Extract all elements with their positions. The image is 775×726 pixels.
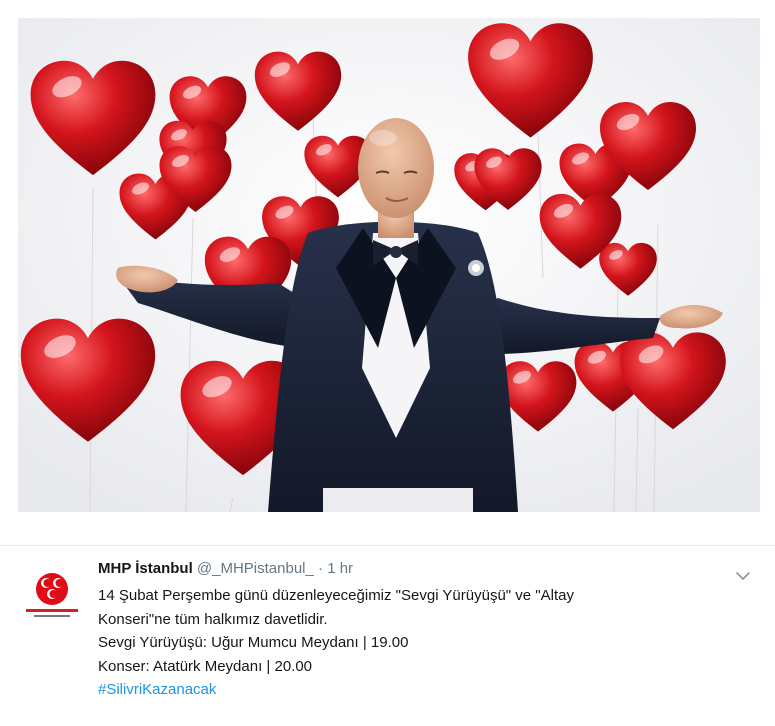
tweet-text: 14 Şubat Perşembe günü düzenleyeceğimiz … xyxy=(98,584,718,702)
tweet-text-line: 14 Şubat Perşembe günü düzenleyeceğimiz … xyxy=(98,587,574,604)
user-handle[interactable]: @_MHPistanbul_ xyxy=(197,560,314,577)
timestamp[interactable]: 1 hr xyxy=(327,560,353,577)
tweet-photo[interactable] xyxy=(18,18,760,512)
tweet-text-line: Sevgi Yürüyüşü: Uğur Mumcu Meydanı | 19.… xyxy=(98,634,409,651)
tweet-header: MHP İstanbul @_MHPistanbul_ · 1 hr xyxy=(98,559,718,579)
tweet-text-line: Konseri"ne tüm halkımız davetlidir. xyxy=(98,610,328,628)
avatar[interactable] xyxy=(20,564,84,628)
display-name[interactable]: MHP İstanbul xyxy=(98,560,193,577)
chevron-down-icon[interactable] xyxy=(733,566,753,586)
tweet-card: MHP İstanbul @_MHPistanbul_ · 1 hr 14 Şu… xyxy=(0,0,775,726)
tweet-body: MHP İstanbul @_MHPistanbul_ · 1 hr 14 Şu… xyxy=(98,559,718,702)
tweet-text-line: Konser: Atatürk Meydanı | 20.00 xyxy=(98,657,313,675)
tweet: MHP İstanbul @_MHPistanbul_ · 1 hr 14 Şu… xyxy=(0,546,775,726)
valentine-photo-illustration xyxy=(18,18,760,512)
mhp-crescents-logo xyxy=(20,564,84,628)
hashtag-link[interactable]: #SilivriKazanacak xyxy=(98,678,718,702)
dot-separator: · xyxy=(318,560,324,577)
